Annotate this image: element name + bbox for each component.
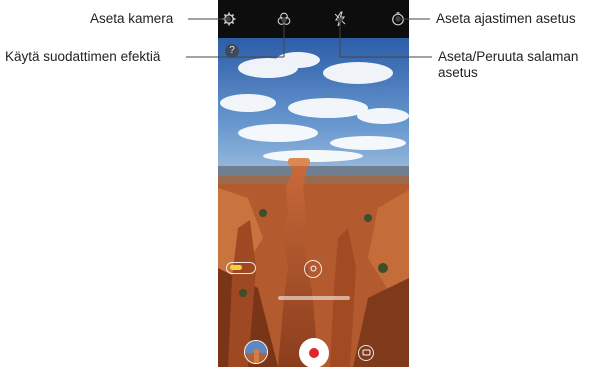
callout-lines xyxy=(186,16,432,58)
